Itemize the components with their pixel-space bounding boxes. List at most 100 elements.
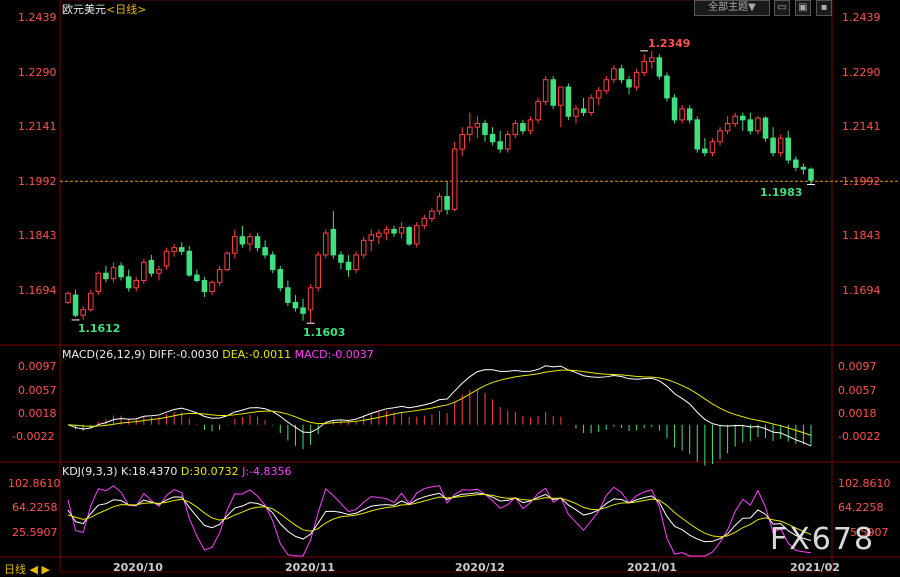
close-icon[interactable]: ▪	[816, 0, 832, 16]
minimize-icon[interactable]: ▭	[774, 0, 790, 16]
candle-down	[262, 247, 268, 256]
candle-down	[300, 307, 306, 314]
candle-up	[133, 280, 140, 289]
candle-down	[618, 68, 625, 81]
candle-down	[406, 227, 412, 245]
candle-down	[482, 123, 488, 135]
macd-tick-right: -0.0022	[838, 430, 881, 443]
candle-up	[633, 71, 640, 88]
candle-up	[611, 68, 617, 81]
period-tab[interactable]: 日线 ◀ ▶	[4, 561, 50, 577]
macd-tick-right: 0.0097	[838, 360, 877, 373]
candle-down	[580, 108, 587, 114]
candle-up	[724, 123, 731, 132]
date-tick: 2021/01	[627, 561, 677, 574]
candle-down	[330, 228, 337, 256]
candle-up	[315, 254, 321, 289]
period-label[interactable]: <日线>	[106, 3, 146, 16]
high-annotation: 1.2349	[648, 37, 691, 50]
low-annotation: 1.1603	[303, 326, 346, 339]
macd-value: MACD:-0.0037	[294, 348, 374, 361]
candle-down	[626, 79, 632, 88]
candle-up	[156, 269, 162, 274]
candle-down	[345, 261, 352, 271]
candle-up	[436, 196, 443, 212]
kdj-j-line	[67, 485, 812, 557]
macd-tick-left: -0.0022	[12, 430, 55, 443]
candle-down	[694, 119, 701, 150]
candle-down	[497, 141, 503, 150]
candle-up	[360, 239, 367, 256]
macd-tick-right: 0.0057	[838, 384, 877, 397]
candle-up	[216, 269, 223, 283]
candle-up	[307, 287, 314, 311]
price-tick-left: 1.1992	[18, 175, 57, 188]
candle-down	[671, 97, 678, 121]
chart-canvas	[0, 0, 900, 573]
candle-down	[194, 274, 200, 282]
candle-up	[163, 250, 170, 267]
candle-up	[527, 119, 534, 132]
candle-up	[755, 117, 761, 132]
macd-dea-line	[67, 369, 812, 436]
kdj-j: J:-4.8356	[242, 465, 292, 478]
candle-down	[178, 247, 185, 252]
price-tick-right: 1.1694	[842, 284, 881, 297]
candle-up	[398, 227, 405, 234]
price-tick-right: 1.2439	[842, 11, 881, 24]
kdj-legend: KDJ(9,3,3) K:18.4370 D:30.0732 J:-4.8356	[62, 465, 292, 478]
candle-up	[649, 57, 655, 62]
kdj-tick-left: 64.2258	[12, 501, 58, 514]
candle-down	[770, 137, 776, 154]
candle-up	[421, 217, 428, 227]
price-tick-left: 1.1694	[18, 284, 57, 297]
candle-up	[504, 133, 511, 150]
symbol-title: 欧元美元<日线>	[62, 1, 146, 17]
macd-tick-left: 0.0097	[18, 360, 57, 373]
candle-down	[103, 272, 109, 280]
candle-up	[141, 261, 147, 282]
kdj-k: K:18.4370	[121, 465, 178, 478]
candle-down	[800, 166, 807, 170]
candle-down	[808, 168, 814, 181]
price-tick-left: 1.2290	[18, 66, 57, 79]
candle-down	[656, 57, 663, 77]
window-icon[interactable]: ▣	[795, 0, 811, 16]
candlestick-series	[65, 50, 815, 324]
period-tab-label: 日线	[4, 563, 26, 576]
low-annotation: 1.1612	[78, 322, 121, 335]
candle-down	[201, 280, 208, 292]
candle-down	[739, 115, 746, 121]
candle-down	[118, 265, 124, 278]
candle-up	[383, 228, 390, 234]
candle-up	[679, 108, 685, 121]
candle-down	[785, 137, 792, 161]
candle-up	[777, 137, 784, 154]
candle-up	[595, 90, 602, 99]
candle-down	[125, 276, 132, 289]
theme-select-button[interactable]: 全部主题▼	[694, 0, 770, 16]
candle-down	[391, 228, 397, 234]
plot-frame	[59, 0, 833, 573]
candle-up	[323, 232, 329, 256]
candle-down	[664, 75, 670, 99]
kdj-tick-left: 25.5907	[12, 526, 58, 539]
candle-up	[429, 210, 435, 219]
candle-up	[717, 130, 723, 143]
kdj-tick-right: 64.2258	[838, 501, 884, 514]
candle-up	[368, 234, 375, 241]
candle-down	[565, 86, 572, 117]
macd-diff-line	[67, 365, 812, 447]
candle-down	[686, 108, 693, 121]
candle-up	[80, 309, 86, 316]
price-tick-left: 1.2141	[18, 120, 57, 133]
macd-legend: MACD(26,12,9) DIFF:-0.0030 DEA:-0.0011 M…	[62, 348, 374, 361]
candle-down	[148, 259, 155, 274]
kdj-panel	[67, 485, 812, 557]
macd-diff: DIFF:-0.0030	[149, 348, 219, 361]
candle-up	[376, 232, 382, 238]
candle-down	[277, 269, 284, 289]
macd-tick-right: 0.0018	[838, 407, 877, 420]
candle-down	[747, 119, 754, 132]
candle-down	[239, 236, 246, 245]
